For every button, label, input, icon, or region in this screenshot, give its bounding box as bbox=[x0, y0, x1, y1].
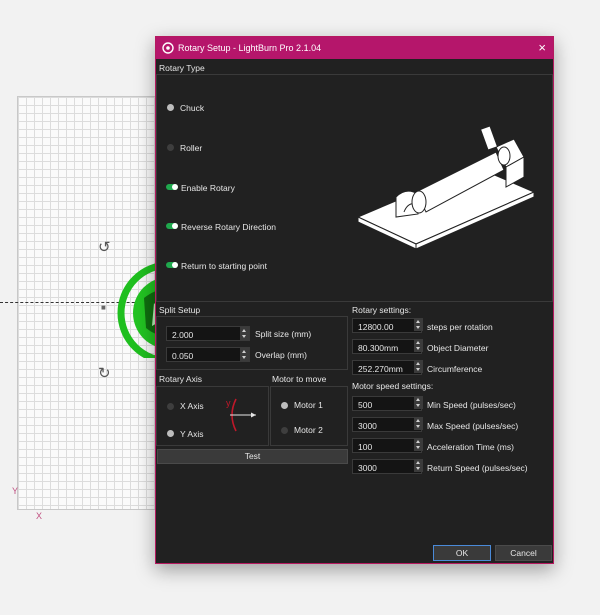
overlap-input[interactable]: 0.050 bbox=[166, 347, 250, 362]
x-axis-radio[interactable] bbox=[167, 403, 174, 410]
min-speed-label: Min Speed (pulses/sec) bbox=[427, 400, 516, 410]
overlap-label: Overlap (mm) bbox=[255, 350, 307, 360]
max-speed-label: Max Speed (pulses/sec) bbox=[427, 421, 519, 431]
chuck-radio[interactable] bbox=[167, 104, 174, 111]
roller-radio[interactable] bbox=[167, 144, 174, 151]
enable-rotary-label[interactable]: Enable Rotary bbox=[181, 183, 235, 193]
spin-arrows-icon[interactable] bbox=[240, 348, 249, 361]
axis-diagram-icon: y bbox=[226, 398, 256, 432]
diameter-spin[interactable] bbox=[413, 339, 423, 354]
spin-arrows-icon[interactable] bbox=[414, 396, 423, 409]
rotary-axis-title: Rotary Axis bbox=[159, 374, 202, 384]
x-axis-label[interactable]: X Axis bbox=[180, 401, 204, 411]
rotary-chuck-illustration bbox=[356, 125, 536, 250]
ok-button[interactable]: OK bbox=[433, 545, 491, 561]
split-setup-title: Split Setup bbox=[159, 305, 201, 315]
acceleration-label: Acceleration Time (ms) bbox=[427, 442, 514, 452]
max-speed-spin[interactable] bbox=[413, 417, 423, 432]
canvas-x-axis-label: X bbox=[36, 511, 43, 521]
steps-value: 12800.00 bbox=[358, 322, 394, 332]
axis-diagram-label: y bbox=[226, 398, 231, 408]
rotate-handle-icon[interactable]: ↺ bbox=[98, 238, 111, 256]
diameter-label: Object Diameter bbox=[427, 343, 489, 353]
canvas-y-axis-label: Y bbox=[12, 486, 19, 496]
steps-per-rotation-input[interactable]: 12800.00 bbox=[352, 318, 422, 333]
acceleration-spin[interactable] bbox=[413, 438, 423, 453]
max-speed-value: 3000 bbox=[358, 421, 377, 431]
reverse-direction-label[interactable]: Reverse Rotary Direction bbox=[181, 222, 276, 232]
close-icon[interactable]: × bbox=[538, 40, 546, 55]
acceleration-input[interactable]: 100 bbox=[352, 438, 422, 453]
motor2-radio[interactable] bbox=[281, 427, 288, 434]
return-speed-label: Return Speed (pulses/sec) bbox=[427, 463, 528, 473]
window-title: Rotary Setup - LightBurn Pro 2.1.04 bbox=[178, 43, 322, 53]
enable-rotary-toggle[interactable] bbox=[166, 184, 178, 190]
title-bar[interactable]: Rotary Setup - LightBurn Pro 2.1.04 × bbox=[156, 37, 553, 59]
y-axis-radio[interactable] bbox=[167, 430, 174, 437]
motor2-label[interactable]: Motor 2 bbox=[294, 425, 323, 435]
rotary-setup-dialog: Rotary Setup - LightBurn Pro 2.1.04 × Ro… bbox=[155, 36, 554, 564]
spin-arrows-icon[interactable] bbox=[414, 339, 423, 352]
acceleration-value: 100 bbox=[358, 442, 373, 452]
return-start-toggle[interactable] bbox=[166, 262, 178, 268]
overlap-value: 0.050 bbox=[172, 351, 194, 361]
motor1-label[interactable]: Motor 1 bbox=[294, 400, 323, 410]
spin-arrows-icon[interactable] bbox=[240, 327, 249, 340]
return-speed-value: 3000 bbox=[358, 463, 377, 473]
spin-arrows-icon[interactable] bbox=[414, 360, 423, 373]
spin-arrows-icon[interactable] bbox=[414, 459, 423, 472]
circumference-spin[interactable] bbox=[413, 360, 423, 375]
y-axis-label[interactable]: Y Axis bbox=[180, 429, 203, 439]
circumference-label: Circumference bbox=[427, 364, 483, 374]
roller-label[interactable]: Roller bbox=[180, 143, 202, 153]
max-speed-input[interactable]: 3000 bbox=[352, 417, 422, 432]
reverse-direction-toggle[interactable] bbox=[166, 223, 178, 229]
steps-spin[interactable] bbox=[413, 318, 423, 333]
return-speed-input[interactable]: 3000 bbox=[352, 459, 422, 474]
rotary-type-title: Rotary Type bbox=[159, 63, 205, 73]
motor-to-move-title: Motor to move bbox=[272, 374, 327, 384]
motor-speed-title: Motor speed settings: bbox=[352, 381, 434, 391]
circumference-value: 252.270mm bbox=[358, 364, 403, 374]
min-speed-input[interactable]: 500 bbox=[352, 396, 422, 411]
steps-label: steps per rotation bbox=[427, 322, 493, 332]
min-speed-spin[interactable] bbox=[413, 396, 423, 411]
min-speed-value: 500 bbox=[358, 400, 373, 410]
spin-arrows-icon[interactable] bbox=[414, 417, 423, 430]
chuck-label[interactable]: Chuck bbox=[180, 103, 204, 113]
spin-arrows-icon[interactable] bbox=[414, 438, 423, 451]
rotary-settings-title: Rotary settings: bbox=[352, 305, 412, 315]
split-size-value: 2.000 bbox=[172, 330, 194, 340]
spin-arrows-icon[interactable] bbox=[414, 318, 423, 331]
circumference-input[interactable]: 252.270mm bbox=[352, 360, 422, 375]
split-size-label: Split size (mm) bbox=[255, 329, 312, 339]
diameter-value: 80.300mm bbox=[358, 343, 399, 353]
motor-to-move-group bbox=[270, 386, 348, 446]
return-start-label[interactable]: Return to starting point bbox=[181, 261, 267, 271]
rotate-handle-icon[interactable]: ↻ bbox=[98, 364, 111, 382]
lightburn-logo-icon bbox=[162, 42, 174, 54]
split-size-input[interactable]: 2.000 bbox=[166, 326, 250, 341]
test-button[interactable]: Test bbox=[157, 449, 348, 464]
object-diameter-input[interactable]: 80.300mm bbox=[352, 339, 422, 354]
cancel-button[interactable]: Cancel bbox=[495, 545, 552, 561]
scale-handle-icon[interactable]: ■ bbox=[101, 303, 106, 312]
motor1-radio[interactable] bbox=[281, 402, 288, 409]
return-speed-spin[interactable] bbox=[413, 459, 423, 474]
